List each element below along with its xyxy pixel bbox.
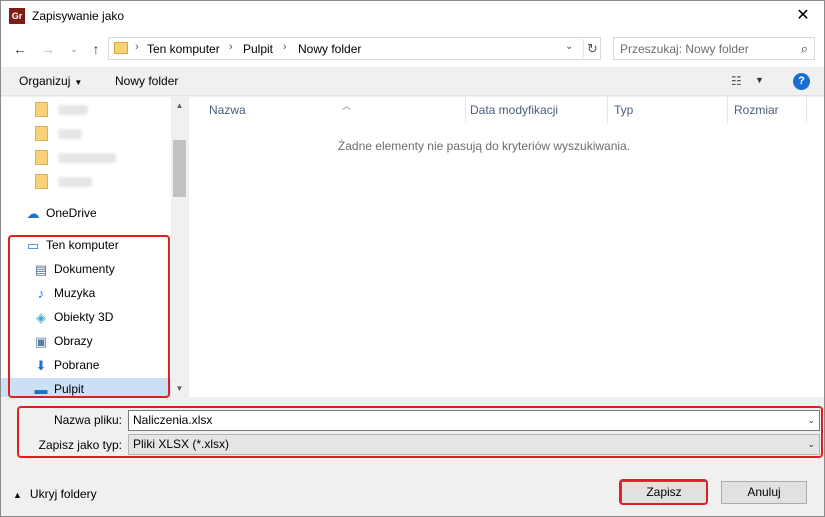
sidebar-item-this-pc[interactable]: ▭ Ten komputer: [25, 234, 119, 256]
nav-folder-blurred[interactable]: [35, 122, 82, 144]
search-input[interactable]: Przeszukaj: Nowy folder ⌕: [613, 37, 815, 60]
cube-icon: ◈: [36, 309, 46, 325]
desktop-icon: ▬: [34, 381, 48, 397]
filename-field[interactable]: Naliczenia.xlsx ⌄: [128, 410, 820, 431]
sidebar-item-label: Pobrane: [54, 358, 100, 372]
breadcrumb-separator-icon[interactable]: ›: [229, 41, 233, 53]
chevron-down-icon[interactable]: ⌄: [807, 411, 815, 430]
view-options-icon[interactable]: ☷: [731, 74, 742, 88]
sidebar-item-downloads[interactable]: ⬇ Pobrane: [33, 354, 100, 376]
folder-icon: [35, 102, 48, 118]
blurred-label: [58, 152, 116, 163]
sidebar-item-label: Dokumenty: [54, 262, 115, 276]
download-icon: ⬇: [35, 357, 47, 373]
breadcrumb-desktop[interactable]: Pulpit: [243, 42, 273, 56]
filename-label: Nazwa pliku:: [53, 413, 122, 427]
column-header-type[interactable]: Typ: [607, 97, 728, 123]
hide-folders-toggle[interactable]: ▲ Ukryj foldery: [13, 487, 97, 501]
window-title: Zapisywanie jako: [32, 9, 125, 23]
folder-icon: [35, 174, 48, 190]
caret-down-icon[interactable]: ▼: [755, 75, 764, 85]
app-icon: Gr: [9, 8, 25, 24]
cloud-icon: ☁: [26, 205, 40, 221]
back-arrow-icon[interactable]: ←: [11, 40, 29, 58]
close-button[interactable]: ✕: [780, 1, 824, 31]
chevron-down-icon[interactable]: ⌄: [807, 435, 815, 454]
breadcrumb-new-folder[interactable]: Nowy folder: [298, 42, 361, 56]
sidebar-item-label: Ten komputer: [46, 238, 119, 252]
recent-locations-chevron-icon[interactable]: ⌄: [65, 40, 83, 58]
nav-scrollbar[interactable]: ▲ ▼: [171, 97, 188, 397]
column-header-name[interactable]: Nazwa ︿: [202, 97, 466, 123]
scrollbar-thumb[interactable]: [173, 140, 186, 197]
organize-button[interactable]: Organizuj ▼: [19, 74, 82, 88]
sidebar-item-pictures[interactable]: ▣ Obrazy: [33, 330, 93, 352]
address-bar[interactable]: › Ten komputer › Pulpit › Nowy folder ⌄ …: [108, 37, 601, 60]
filename-value: Naliczenia.xlsx: [133, 413, 213, 427]
filetype-label: Zapisz jako typ:: [38, 438, 122, 452]
blurred-label: [58, 176, 92, 187]
command-bar: Organizuj ▼ Nowy folder ☷ ▼ ?: [1, 67, 824, 96]
refresh-icon[interactable]: ↻: [583, 39, 601, 58]
up-arrow-icon[interactable]: ↑: [87, 40, 105, 58]
address-row: ← → ⌄ ↑ › Ten komputer › Pulpit › Nowy f…: [1, 31, 824, 67]
folder-icon: [114, 42, 128, 54]
folder-icon: [35, 150, 48, 166]
sidebar-item-label: Obiekty 3D: [54, 310, 114, 324]
scroll-down-arrow-icon[interactable]: ▼: [171, 380, 188, 397]
sidebar-item-label: OneDrive: [46, 206, 97, 220]
blurred-label: [58, 104, 88, 115]
search-icon: ⌕: [800, 41, 808, 56]
document-icon: ▤: [34, 261, 48, 277]
caret-down-icon: ▼: [74, 78, 83, 87]
caret-up-icon: ▲: [13, 490, 22, 500]
scroll-up-arrow-icon[interactable]: ▲: [171, 97, 188, 114]
sidebar-item-label: Muzyka: [54, 286, 96, 300]
address-history-chevron-icon[interactable]: ⌄: [565, 41, 573, 52]
sidebar-item-label: Pulpit: [54, 382, 85, 396]
computer-icon: ▭: [26, 237, 40, 253]
cancel-button[interactable]: Anuluj: [721, 481, 807, 504]
save-options: Nazwa pliku: Naliczenia.xlsx ⌄ Zapisz ja…: [1, 397, 824, 463]
nav-folder-blurred[interactable]: [35, 98, 88, 120]
sidebar-item-3d-objects[interactable]: ◈ Obiekty 3D: [33, 306, 113, 328]
breadcrumb-separator-icon[interactable]: ›: [135, 41, 139, 53]
filetype-value: Pliki XLSX (*.xlsx): [133, 437, 230, 451]
new-folder-button[interactable]: Nowy folder: [115, 74, 178, 88]
dialog-footer: ▲ Ukryj foldery Zapisz Anuluj: [1, 463, 824, 516]
folder-icon: [35, 126, 48, 142]
sidebar-item-label: Obrazy: [54, 334, 93, 348]
breadcrumb-separator-icon[interactable]: ›: [283, 41, 287, 53]
search-placeholder: Przeszukaj: Nowy folder: [620, 42, 749, 56]
nav-folder-blurred[interactable]: [35, 146, 116, 168]
column-header-date-modified[interactable]: Data modyfikacji: [463, 97, 608, 123]
empty-results-message: Żadne elementy nie pasują do kryteriów w…: [337, 139, 631, 153]
navigation-pane: ☁ OneDrive ▭ Ten komputer ▤ Dokumenty ♪ Muzy…: [1, 97, 187, 397]
sidebar-item-onedrive[interactable]: ☁ OneDrive: [25, 202, 97, 224]
sort-ascending-icon: ︿: [342, 101, 352, 111]
sidebar-item-desktop[interactable]: ▬ Pulpit: [1, 378, 171, 397]
save-as-dialog: Gr Zapisywanie jako ✕ ← → ⌄ ↑ › Ten komp…: [0, 0, 825, 517]
column-header-size[interactable]: Rozmiar: [727, 97, 807, 123]
blurred-label: [58, 128, 82, 139]
pictures-icon: ▣: [34, 333, 48, 349]
hide-folders-label: Ukryj foldery: [29, 487, 97, 501]
breadcrumb-this-pc[interactable]: Ten komputer: [147, 42, 220, 56]
organize-label: Organizuj: [19, 74, 71, 88]
nav-folder-blurred[interactable]: [35, 170, 92, 192]
forward-arrow-icon[interactable]: →: [39, 40, 57, 58]
save-button[interactable]: Zapisz: [621, 481, 707, 504]
filetype-select[interactable]: Pliki XLSX (*.xlsx) ⌄: [128, 434, 820, 455]
column-header-label: Nazwa: [209, 103, 246, 117]
help-icon[interactable]: ?: [793, 73, 810, 90]
music-icon: ♪: [37, 285, 45, 301]
title-bar: Gr Zapisywanie jako ✕: [1, 1, 824, 31]
file-list: Nazwa ︿ Data modyfikacji Typ Rozmiar Żadn…: [189, 97, 824, 397]
sidebar-item-music[interactable]: ♪ Muzyka: [33, 282, 96, 304]
sidebar-item-documents[interactable]: ▤ Dokumenty: [33, 258, 115, 280]
